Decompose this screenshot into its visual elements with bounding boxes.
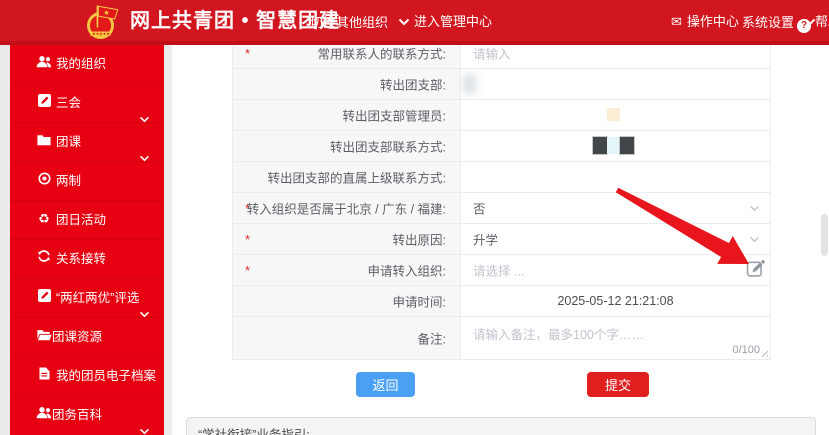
selected-value: 否 (473, 199, 486, 218)
field-label: 备注: (418, 329, 446, 348)
char-counter: 0/100 (732, 344, 760, 356)
folder-open-icon (36, 318, 52, 356)
sidebar-item-label: 三会 (56, 96, 81, 110)
form-row-outgoing-branch-contact: 转出团支部联系方式: (233, 131, 770, 162)
chevron-down-icon (749, 199, 760, 217)
action-center-link[interactable]: ✉ 操作中心 (671, 0, 739, 45)
scrollbar-thumb[interactable] (821, 214, 828, 256)
pen-square-icon (36, 279, 52, 317)
folder-icon (36, 123, 52, 161)
form-row-application-time: 申请时间: 2025-05-12 21:21:08 (233, 286, 770, 317)
sidebar-item-label: 团务百科 (52, 408, 102, 422)
sidebar-item-league-wiki[interactable]: 团务百科 (10, 396, 164, 434)
switch-organization-menu[interactable]: 切换其他组织 (310, 0, 410, 45)
help-icon: ? (797, 19, 811, 33)
sidebar-item-relation-transfer[interactable]: 关系接转 (10, 240, 164, 279)
system-settings-label: 系统设置 (742, 15, 794, 30)
sidebar-item-league-day-activity[interactable]: ♻ 团日活动 (10, 201, 164, 240)
switch-organization-label: 切换其他组织 (310, 15, 388, 30)
chevron-down-icon (398, 14, 410, 29)
sidebar-item-label: 关系接转 (56, 252, 106, 266)
select-placeholder: 请选择 ... (473, 261, 524, 280)
form-row-transfer-reason: * 转出原因: 升学 (233, 224, 770, 255)
required-asterisk: * (245, 263, 250, 278)
target-organization-select[interactable]: 请选择 ... (461, 255, 770, 285)
remark-textarea[interactable]: 请输入备注，最多100个字…… 0/100 (461, 317, 770, 359)
sidebar-item-label: “两红两优”评选 (56, 291, 139, 305)
form-row-target-organization: * 申请转入组织: 请选择 ... (233, 255, 770, 286)
region-select[interactable]: 否 (461, 193, 770, 223)
sidebar-item-label: 两制 (56, 174, 81, 188)
page-left-margin (0, 45, 10, 435)
pen-square-icon (36, 84, 52, 122)
form-row-remark: 备注: 请输入备注，最多100个字…… 0/100 (233, 317, 770, 360)
required-asterisk: * (245, 232, 250, 247)
redacted-value-gap (607, 137, 620, 154)
field-label: 转出原因: (393, 230, 446, 249)
sidebar-item-member-earchive[interactable]: 我的团员电子档案 (10, 357, 164, 396)
sidebar-content-gap (164, 45, 172, 435)
action-center-label: 操作中心 (687, 14, 739, 29)
help-link[interactable]: ? 帮助 (797, 0, 829, 45)
sidebar: 我的组织 三会 团课 两制 ♻ 团日活动 关系接转 “两红两优”评选 (10, 45, 164, 435)
field-label: 转出团支部: (380, 75, 446, 94)
sidebar-item-liangzhi[interactable]: 两制 (10, 162, 164, 201)
business-guide-panel: “学社衔接”业务指引: (186, 417, 816, 435)
selected-value: 升学 (473, 230, 498, 249)
form-row-outgoing-branch: 转出团支部: (233, 69, 770, 100)
required-asterisk: * (245, 46, 250, 61)
sidebar-item-label: 团日活动 (56, 213, 106, 227)
sync-icon (36, 240, 52, 278)
form-row-superior-contact: 转出团支部的直属上级联系方式: (233, 162, 770, 193)
mail-icon: ✉ (671, 14, 682, 29)
sidebar-item-tuanke[interactable]: 团课 (10, 123, 164, 162)
guide-title: “学社衔接”业务指引: (198, 424, 310, 435)
circle-dot-icon (36, 162, 52, 200)
input-placeholder: 请输入 (473, 44, 511, 63)
textarea-placeholder: 请输入备注，最多100个字…… (473, 324, 644, 343)
sidebar-item-label: 我的团员电子档案 (56, 369, 156, 383)
field-label: 申请转入组织: (368, 261, 446, 280)
field-label: 转入组织是否属于北京 / 广东 / 福建: (247, 199, 446, 218)
league-emblem-logo (84, 3, 124, 46)
sidebar-item-label: 我的组织 (56, 57, 106, 71)
reason-select[interactable]: 升学 (461, 224, 770, 254)
back-button[interactable]: 返回 (356, 372, 415, 397)
field-label: 转出团支部联系方式: (330, 137, 446, 156)
site-title: 网上共青团 • 智慧团建 (130, 0, 340, 45)
redacted-value-block (607, 108, 620, 121)
form-row-outgoing-branch-admin: 转出团支部管理员: (233, 100, 770, 131)
application-time-value: 2025-05-12 21:21:08 (461, 294, 770, 308)
sidebar-item-label: 团课 (56, 135, 81, 149)
form-row-region-question: * 转入组织是否属于北京 / 广东 / 福建: 否 (233, 193, 770, 224)
submit-button[interactable]: 提交 (587, 372, 649, 397)
header-bar: 网上共青团 • 智慧团建 切换其他组织 进入管理中心 ✉ 操作中心 系统设置 ? 帮… (0, 0, 829, 45)
field-label: 常用联系人的联系方式: (318, 44, 446, 63)
sidebar-item-lianghong-liangyou[interactable]: “两红两优”评选 (10, 279, 164, 318)
sidebar-item-my-organization[interactable]: 我的组织 (10, 45, 164, 84)
redacted-value-blur (463, 74, 476, 94)
redacted-value-block (593, 137, 607, 154)
users-icon (36, 45, 52, 83)
edit-icon (746, 267, 766, 282)
choose-organization-edit-button[interactable] (744, 257, 768, 284)
sidebar-item-course-resources[interactable]: 团课资源 (10, 318, 164, 357)
field-label: 转出团支部管理员: (343, 106, 446, 125)
chevron-down-icon (749, 230, 760, 248)
file-icon (36, 357, 52, 395)
sidebar-item-sanhui[interactable]: 三会 (10, 84, 164, 123)
users-icon (36, 396, 52, 434)
sidebar-item-label: 团课资源 (52, 330, 102, 344)
chevron-down-icon (139, 412, 150, 435)
transfer-application-form: * 常用联系人的联系方式: 请输入 转出团支部: 转出团支部管理员: (232, 38, 771, 360)
field-label: 转出团支部的直属上级联系方式: (268, 168, 446, 187)
field-label: 申请时间: (393, 292, 446, 311)
recycle-icon: ♻ (36, 201, 52, 239)
redacted-value-block (620, 137, 634, 154)
enter-admin-center-link[interactable]: 进入管理中心 (414, 0, 492, 45)
help-label: 帮助 (815, 14, 829, 29)
page: 我的组织 三会 团课 两制 ♻ 团日活动 关系接转 “两红两优”评选 (0, 0, 829, 435)
textarea-resize-handle[interactable] (759, 348, 768, 357)
